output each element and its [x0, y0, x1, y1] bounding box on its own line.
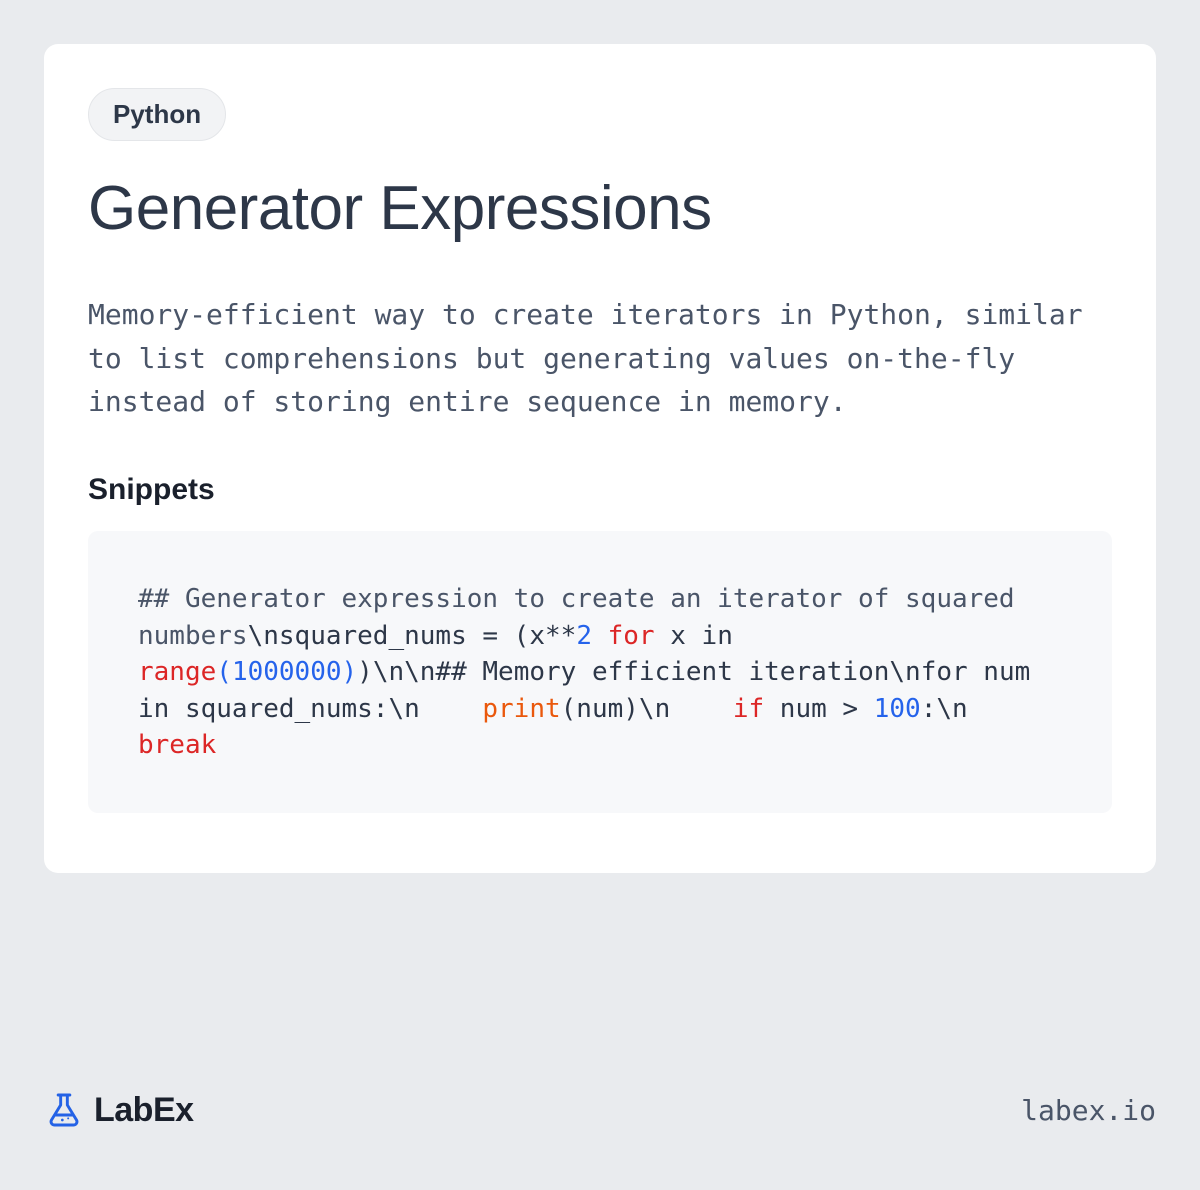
- brand-name: LabEx: [94, 1091, 194, 1130]
- description-text: Memory-efficient way to create iterators…: [88, 293, 1112, 423]
- snippets-heading: Snippets: [88, 473, 1112, 507]
- footer: LabEx labex.io: [44, 1090, 1156, 1130]
- code-snippet: ## Generator expression to create an ite…: [88, 531, 1112, 813]
- flask-icon: [44, 1090, 84, 1130]
- language-tag: Python: [88, 88, 226, 141]
- brand-logo: LabEx: [44, 1090, 194, 1130]
- site-url: labex.io: [1021, 1094, 1156, 1127]
- content-card: Python Generator Expressions Memory-effi…: [44, 44, 1156, 873]
- page-title: Generator Expressions: [88, 175, 1112, 243]
